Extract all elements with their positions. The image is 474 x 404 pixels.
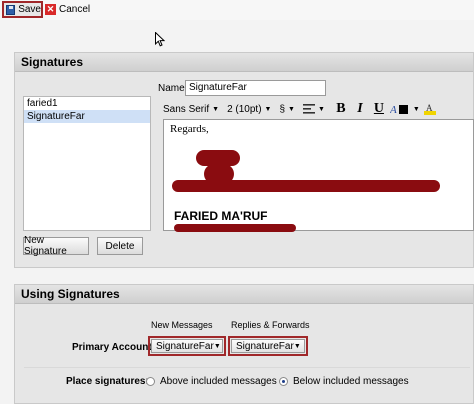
replies-forwards-select[interactable]: SignatureFar ▼ bbox=[228, 336, 308, 356]
list-item-selected[interactable]: SignatureFar bbox=[24, 110, 150, 123]
font-family-dropdown[interactable]: Sans Serif ▼ bbox=[163, 104, 219, 115]
save-label: Save bbox=[18, 4, 41, 15]
name-label: Name: bbox=[158, 83, 188, 94]
align-dropdown[interactable]: ▼ bbox=[302, 104, 325, 114]
text-color-dropdown[interactable]: A ▼ bbox=[390, 103, 420, 115]
close-icon: ✕ bbox=[45, 4, 56, 15]
bold-button[interactable]: B bbox=[333, 101, 349, 117]
signature-greeting: Regards, bbox=[170, 123, 209, 135]
new-messages-select[interactable]: SignatureFar ▼ bbox=[148, 336, 226, 356]
cancel-label: Cancel bbox=[59, 4, 91, 15]
editor-toolbar: Sans Serif ▼ 2 (10pt) ▼ § ▼ ▼ B I U A ▼ … bbox=[163, 100, 474, 118]
font-size-dropdown[interactable]: 2 (10pt) ▼ bbox=[227, 104, 271, 115]
signature-editor[interactable]: Regards, FARIED MA'RUF bbox=[163, 119, 474, 232]
below-option[interactable]: Below included messages bbox=[279, 376, 409, 387]
new-messages-column-label: New Messages bbox=[151, 320, 213, 330]
underline-button[interactable]: U bbox=[371, 101, 387, 117]
align-left-icon bbox=[302, 104, 315, 114]
list-item[interactable]: faried1 bbox=[24, 97, 150, 110]
highlight-icon: A bbox=[423, 103, 436, 115]
delete-button[interactable]: Delete bbox=[97, 237, 143, 255]
chevron-down-icon: ▼ bbox=[288, 105, 295, 113]
chevron-down-icon: ▼ bbox=[212, 105, 220, 113]
chevron-down-icon: ▼ bbox=[264, 105, 272, 113]
signature-name-text: FARIED MA'RUF bbox=[174, 209, 268, 223]
svg-text:A: A bbox=[390, 104, 397, 115]
chevron-down-icon: ▼ bbox=[412, 105, 420, 113]
new-signature-button[interactable]: New Signature bbox=[23, 235, 89, 257]
mouse-cursor-icon bbox=[155, 32, 165, 47]
chevron-down-icon: ▼ bbox=[317, 105, 325, 113]
using-signatures-header: Using Signatures bbox=[15, 285, 473, 304]
floppy-disk-icon bbox=[6, 4, 16, 15]
cancel-button[interactable]: ✕ Cancel bbox=[45, 1, 90, 18]
highlight-color-dropdown[interactable]: A bbox=[423, 103, 436, 115]
redacted-text-line bbox=[174, 224, 296, 232]
top-toolbar: Save ✕ Cancel bbox=[0, 0, 474, 20]
text-color-icon: A bbox=[390, 104, 408, 115]
signature-list[interactable]: faried1 SignatureFar bbox=[23, 96, 151, 231]
replies-forwards-column-label: Replies & Forwards bbox=[231, 320, 310, 330]
italic-button[interactable]: I bbox=[352, 101, 368, 117]
above-option[interactable]: Above included messages bbox=[146, 376, 277, 387]
special-char-dropdown[interactable]: § ▼ bbox=[279, 104, 295, 115]
redacted-text-line bbox=[172, 180, 440, 192]
chevron-down-icon: ▼ bbox=[213, 342, 221, 350]
svg-text:A: A bbox=[426, 103, 433, 113]
chevron-down-icon: ▼ bbox=[293, 342, 301, 350]
signature-name-input[interactable]: SignatureFar bbox=[185, 80, 326, 96]
divider bbox=[24, 367, 470, 368]
save-button[interactable]: Save bbox=[2, 1, 43, 18]
radio-below[interactable] bbox=[279, 377, 288, 386]
primary-account-label: Primary Account: bbox=[72, 342, 155, 353]
signatures-header: Signatures bbox=[15, 53, 473, 72]
radio-above[interactable] bbox=[146, 377, 155, 386]
place-signatures-label: Place signatures: bbox=[66, 376, 149, 387]
